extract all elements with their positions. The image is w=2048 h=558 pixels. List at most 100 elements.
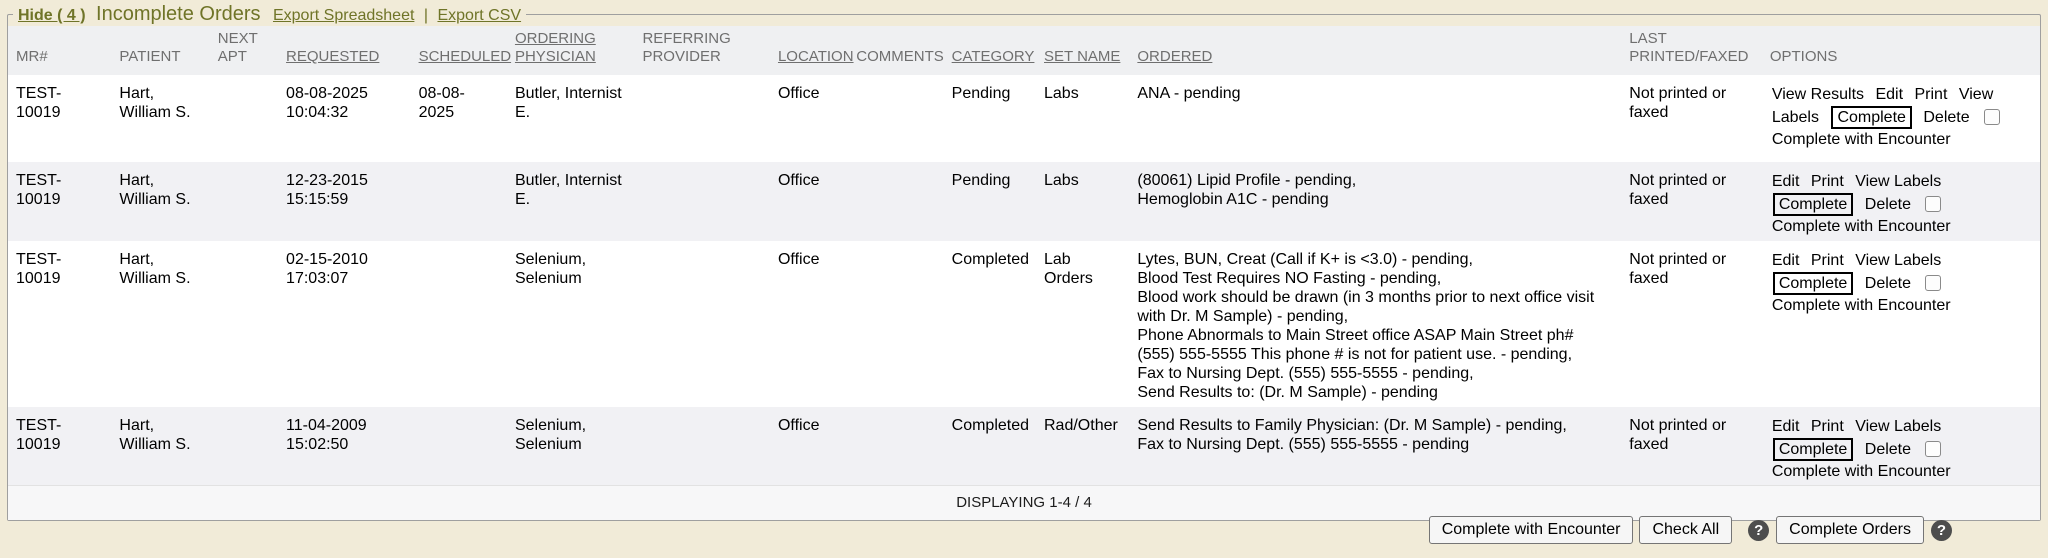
cell-last_printed_faxed: Not printed or faxed [1621,241,1762,407]
cell-ordering_physician: Butler, Internist E. [507,162,635,241]
cell-last_printed_faxed: Not printed or faxed [1621,407,1762,486]
cell-patient: Hart, William S. [111,407,209,486]
cell-referring_provider [634,162,770,241]
column-header-ordering_physician[interactable]: ORDERING PHYSICIAN [507,26,635,75]
edit-link[interactable]: Edit [1772,252,1800,269]
order-row: TEST-10019Hart, William S. 02-15-2010 17:… [8,241,2040,407]
panel-legend: Hide ( 4 ) Incomplete Orders Export Spre… [13,3,526,26]
order-checkbox[interactable] [1984,109,2000,125]
column-header-referring_provider: REFERRING PROVIDER [634,26,770,75]
complete-with-encounter-link[interactable]: Complete with Encounter [1772,297,1951,314]
column-header-options: OPTIONS [1762,26,2040,75]
order-row: TEST-10019Hart, William S. 11-04-2009 15:… [8,407,2040,486]
cell-next_apt [210,407,278,486]
view-labels-link[interactable]: View Labels [1855,173,1941,190]
delete-link[interactable]: Delete [1865,275,1911,292]
order-checkbox[interactable] [1925,196,1941,212]
hide-link[interactable]: Hide ( 4 ) [18,7,86,24]
panel-title: Incomplete Orders [96,3,261,25]
column-header-next_apt: NEXT APT [210,26,278,75]
column-header-location[interactable]: LOCATION [770,26,848,75]
table-header-row: MR#PATIENTNEXT APTREQUESTEDSCHEDULEDORDE… [8,26,2040,75]
order-checkbox[interactable] [1925,441,1941,457]
cell-requested: 11-04-2009 15:02:50 [278,407,411,486]
cell-set_name: Rad/Other [1036,407,1129,486]
cell-comments [848,407,943,486]
column-header-requested[interactable]: REQUESTED [278,26,411,75]
view-labels-link[interactable]: View Labels [1855,418,1941,435]
column-header-comments: COMMENTS [848,26,943,75]
cell-requested: 02-15-2010 17:03:07 [278,241,411,407]
print-link[interactable]: Print [1915,86,1948,103]
complete-button[interactable]: Complete [1773,272,1853,295]
cell-ordering_physician: Butler, Internist E. [507,75,635,162]
cell-mr: TEST-10019 [8,241,111,407]
cell-ordered: Send Results to Family Physician: (Dr. M… [1129,407,1621,486]
edit-link[interactable]: Edit [1772,418,1800,435]
cell-next_apt [210,162,278,241]
cell-category: Pending [944,162,1036,241]
cell-location: Office [770,75,848,162]
cell-next_apt [210,75,278,162]
edit-link[interactable]: Edit [1772,173,1800,190]
complete-button[interactable]: Complete [1773,438,1853,461]
paging-status: DISPLAYING 1-4 / 4 [8,486,2040,521]
cell-ordered: Lytes, BUN, Creat (Call if K+ is <3.0) -… [1129,241,1621,407]
view-results-link[interactable]: View Results [1772,86,1864,103]
print-link[interactable]: Print [1811,252,1844,269]
complete-button[interactable]: Complete [1773,193,1853,216]
cell-location: Office [770,407,848,486]
export-csv-link[interactable]: Export CSV [437,7,521,24]
complete-with-encounter-link[interactable]: Complete with Encounter [1772,463,1951,480]
view-labels-link[interactable]: View Labels [1855,252,1941,269]
cell-ordered: (80061) Lipid Profile - pending, Hemoglo… [1129,162,1621,241]
paging-row: DISPLAYING 1-4 / 4 [8,486,2040,521]
column-header-patient: PATIENT [111,26,209,75]
complete-with-encounter-link[interactable]: Complete with Encounter [1772,131,1951,148]
column-header-set_name[interactable]: SET NAME [1036,26,1129,75]
cell-category: Pending [944,75,1036,162]
column-header-scheduled[interactable]: SCHEDULED [411,26,507,75]
cell-patient: Hart, William S. [111,241,209,407]
export-spreadsheet-link[interactable]: Export Spreadsheet [273,7,414,24]
cell-set_name: Labs [1036,75,1129,162]
order-row: TEST-10019Hart, William S.12-23-2015 15:… [8,162,2040,241]
cell-location: Office [770,241,848,407]
cell-category: Completed [944,241,1036,407]
complete-with-encounter-link[interactable]: Complete with Encounter [1772,218,1951,235]
print-link[interactable]: Print [1811,173,1844,190]
complete-button[interactable]: Complete [1831,106,1911,129]
cell-next_apt [210,241,278,407]
column-header-ordered[interactable]: ORDERED [1129,26,1621,75]
cell-comments [848,75,943,162]
cell-patient: Hart, William S. [111,75,209,162]
cell-mr: TEST-10019 [8,162,111,241]
help-icon[interactable]: ? [1931,520,1952,541]
cell-comments [848,241,943,407]
cell-requested: 08-08-2025 10:04:32 [278,75,411,162]
column-header-category[interactable]: CATEGORY [944,26,1036,75]
cell-set_name: Labs [1036,162,1129,241]
cell-comments [848,162,943,241]
print-link[interactable]: Print [1811,418,1844,435]
cell-scheduled [411,241,507,407]
order-checkbox[interactable] [1925,275,1941,291]
delete-link[interactable]: Delete [1865,196,1911,213]
column-header-last_printed_faxed: LAST PRINTED/FAXED [1621,26,1762,75]
complete-with-encounter-button[interactable]: Complete with Encounter [1429,516,1634,544]
delete-link[interactable]: Delete [1865,441,1911,458]
order-row: TEST-10019Hart, William S.08-08-2025 10:… [8,75,2040,162]
help-icon[interactable]: ? [1748,520,1769,541]
legend-separator: | [424,7,428,24]
edit-link[interactable]: Edit [1875,86,1903,103]
column-header-mr: MR# [8,26,111,75]
cell-mr: TEST-10019 [8,407,111,486]
delete-link[interactable]: Delete [1923,109,1969,126]
cell-options: Edit Print View Labels Complete Delete C… [1762,241,2040,407]
check-all-button[interactable]: Check All [1639,516,1732,544]
cell-scheduled [411,162,507,241]
complete-orders-button[interactable]: Complete Orders [1776,516,1924,544]
cell-options: Edit Print View Labels Complete Delete C… [1762,407,2040,486]
cell-patient: Hart, William S. [111,162,209,241]
cell-referring_provider [634,407,770,486]
